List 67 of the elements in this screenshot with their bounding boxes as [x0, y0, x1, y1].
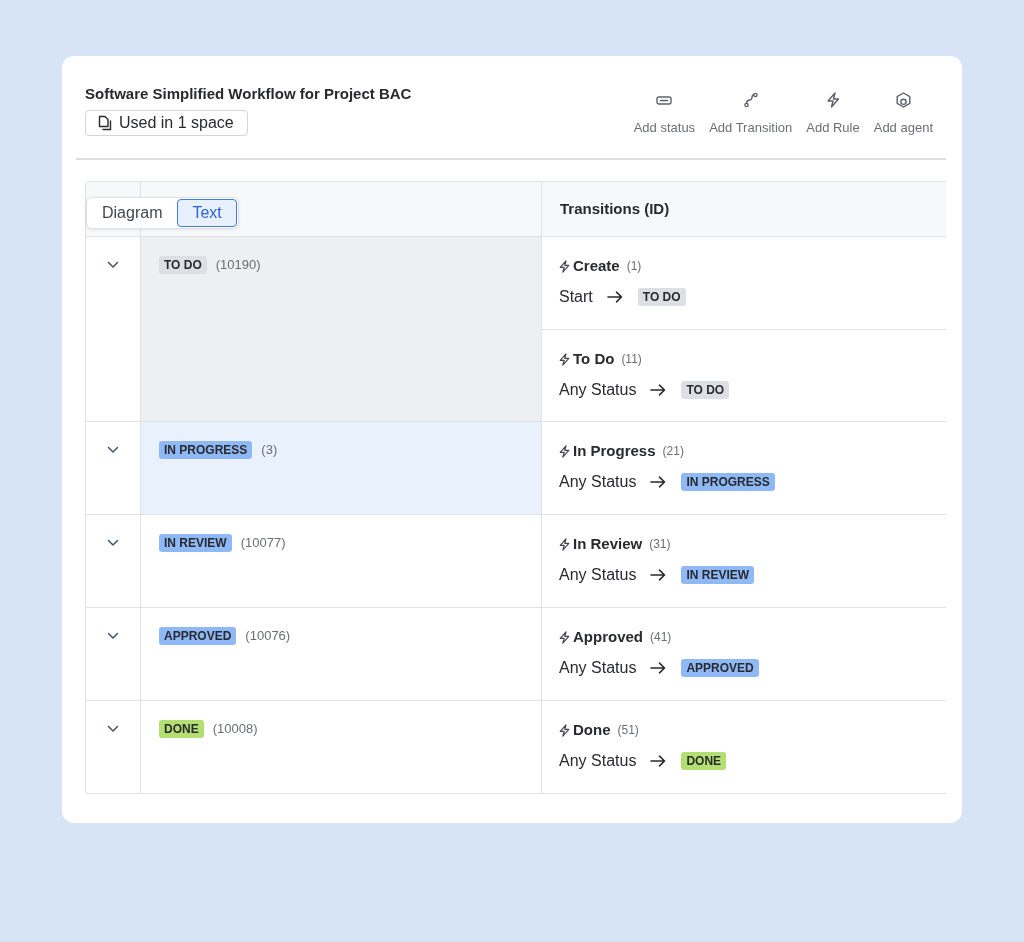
column-header: Transitions (ID): [560, 199, 670, 219]
lightning-icon: [559, 630, 570, 644]
arrow-right-icon: [650, 755, 667, 767]
status-id: (3): [261, 441, 278, 459]
from-status: Any Status: [559, 472, 637, 492]
arrow-right-icon: [650, 569, 667, 581]
transition-id: (1): [626, 258, 642, 274]
transition-id: (31): [649, 536, 671, 552]
from-status: Any Status: [559, 658, 637, 678]
from-status: Any Status: [559, 380, 637, 400]
status-cell[interactable]: IN PROGRESS (3): [140, 422, 541, 514]
lightning-icon: [559, 352, 570, 366]
status-tag: TO DO: [681, 381, 730, 399]
status-tag: IN REVIEW: [681, 566, 755, 584]
status-tag: DONE: [681, 752, 727, 770]
view-tab[interactable]: Diagram: [89, 199, 178, 227]
transition-id: (21): [662, 443, 684, 459]
arrow-right-icon: [650, 476, 667, 488]
transition-id: (11): [621, 351, 642, 367]
lightning-icon: [559, 537, 570, 551]
add-agent-button[interactable]: Add agent: [873, 92, 933, 136]
status-id: (10076): [245, 627, 291, 645]
status-id: (10077): [240, 534, 286, 552]
transition-name[interactable]: In Progress: [573, 441, 656, 461]
document-icon: [98, 115, 112, 131]
transition-name[interactable]: Approved: [573, 627, 643, 647]
transition-name[interactable]: Done: [573, 720, 611, 740]
transition-name[interactable]: Create: [573, 256, 620, 276]
lightning-icon: [825, 92, 840, 108]
status-id: (10008): [212, 720, 258, 738]
lightning-icon: [559, 444, 570, 458]
status-tag: APPROVED: [159, 627, 237, 645]
status-tag: IN PROGRESS: [159, 441, 253, 459]
add-rule-button[interactable]: Add Rule: [806, 92, 860, 136]
transition-id: (41): [650, 629, 672, 645]
chevron-down-icon[interactable]: [107, 539, 119, 547]
usage-button[interactable]: Used in 1 space: [85, 110, 248, 136]
arrow-right-icon: [606, 291, 623, 303]
status-id: (10190): [215, 256, 261, 274]
arrow-right-icon: [650, 384, 667, 396]
add-transition-button[interactable]: Add Transition: [709, 92, 793, 136]
status-tag: TO DO: [637, 288, 686, 306]
curve-path-icon: [742, 92, 759, 108]
chevron-down-icon[interactable]: [107, 261, 119, 269]
status-cell[interactable]: TO DO (10190): [140, 237, 541, 421]
transition-id: (51): [617, 722, 639, 738]
arrow-right-icon: [650, 662, 667, 674]
workflow-title: Software Simplified Workflow for Project BAC: [85, 84, 412, 104]
from-status: Any Status: [559, 751, 637, 771]
status-tag: DONE: [159, 720, 204, 738]
chevron-down-icon[interactable]: [107, 725, 119, 733]
status-tag: IN REVIEW: [159, 534, 232, 552]
add-status-button[interactable]: Add status: [633, 92, 696, 136]
transition-name[interactable]: In Review: [573, 534, 643, 554]
from-status: Start: [559, 287, 593, 307]
chevron-down-icon[interactable]: [107, 632, 119, 640]
transition-name[interactable]: To Do: [573, 349, 615, 369]
hexagon-icon: [895, 92, 911, 108]
pill-icon: [656, 95, 673, 105]
status-tag: TO DO: [159, 256, 207, 274]
lightning-icon: [559, 723, 570, 737]
chevron-down-icon[interactable]: [107, 446, 119, 454]
from-status: Any Status: [559, 565, 637, 585]
view-tab[interactable]: Text: [177, 199, 237, 227]
lightning-icon: [559, 259, 570, 273]
status-tag: APPROVED: [681, 659, 759, 677]
status-tag: IN PROGRESS: [681, 473, 775, 491]
